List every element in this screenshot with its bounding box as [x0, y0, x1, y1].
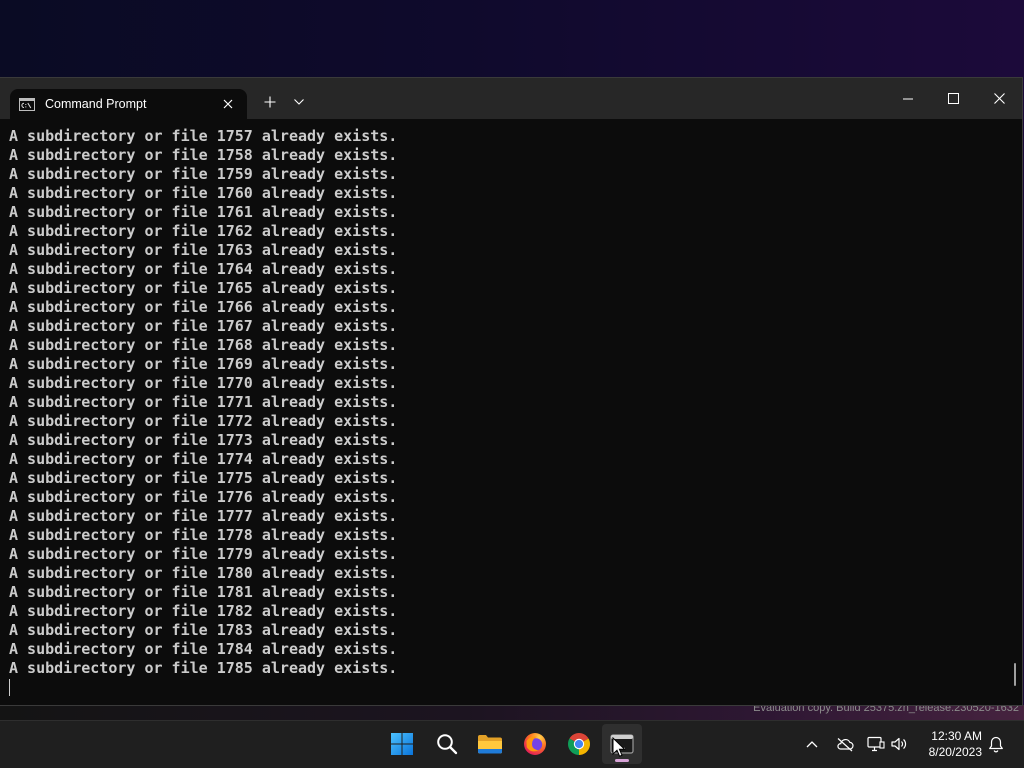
tab-dropdown-button[interactable] [291, 94, 307, 110]
close-button[interactable] [976, 78, 1022, 119]
console-line: A subdirectory or file 1767 already exis… [9, 317, 398, 335]
console-line: A subdirectory or file 1768 already exis… [9, 336, 398, 354]
console-line: A subdirectory or file 1776 already exis… [9, 488, 398, 506]
console-line: A subdirectory or file 1757 already exis… [9, 127, 398, 145]
minimize-icon [903, 98, 913, 99]
plus-icon [264, 96, 276, 108]
cmd-icon [19, 98, 35, 111]
taskbar: 12:30 AM 8/20/2023 [0, 720, 1024, 768]
chevron-down-icon [294, 99, 304, 105]
show-hidden-icons-button[interactable] [800, 732, 824, 756]
mouse-pointer-icon [612, 737, 626, 757]
network-tray-button[interactable] [864, 732, 888, 756]
close-icon [993, 93, 1005, 104]
taskbar-clock[interactable]: 12:30 AM 8/20/2023 [929, 728, 982, 760]
chrome-icon [568, 733, 590, 755]
tab-title: Command Prompt [45, 97, 147, 111]
console-line: A subdirectory or file 1772 already exis… [9, 412, 398, 430]
maximize-button[interactable] [930, 78, 976, 119]
chrome-button[interactable] [559, 724, 599, 764]
console-line: A subdirectory or file 1769 already exis… [9, 355, 398, 373]
windows-logo-icon [391, 733, 413, 755]
active-app-indicator [615, 759, 629, 762]
terminal-window: Command Prompt A subdirectory or file 17… [0, 78, 1022, 705]
file-explorer-icon [478, 735, 502, 754]
start-button[interactable] [382, 724, 422, 764]
minimize-button[interactable] [885, 78, 931, 119]
console-line: A subdirectory or file 1774 already exis… [9, 450, 398, 468]
console-line: A subdirectory or file 1784 already exis… [9, 640, 398, 658]
console-line: A subdirectory or file 1783 already exis… [9, 621, 398, 639]
console-line: A subdirectory or file 1782 already exis… [9, 602, 398, 620]
console-line: A subdirectory or file 1773 already exis… [9, 431, 398, 449]
console-line: A subdirectory or file 1770 already exis… [9, 374, 398, 392]
search-button[interactable] [427, 724, 467, 764]
console-line: A subdirectory or file 1777 already exis… [9, 507, 398, 525]
console-line: A subdirectory or file 1759 already exis… [9, 165, 398, 183]
console-line: A subdirectory or file 1778 already exis… [9, 526, 398, 544]
close-tab-icon[interactable] [223, 99, 233, 109]
text-cursor [9, 679, 10, 696]
firefox-button[interactable] [515, 724, 555, 764]
clock-date: 8/20/2023 [928, 745, 982, 759]
console-line: A subdirectory or file 1761 already exis… [9, 203, 398, 221]
search-icon [437, 734, 458, 755]
clock-time: 12:30 AM [931, 729, 982, 743]
notification-bell-icon [989, 736, 1003, 752]
console-line: A subdirectory or file 1780 already exis… [9, 564, 398, 582]
tab-command-prompt[interactable]: Command Prompt [10, 89, 247, 119]
console-lines: A subdirectory or file 1757 already exis… [9, 127, 397, 678]
maximize-icon [947, 93, 959, 104]
console-line: A subdirectory or file 1785 already exis… [9, 659, 398, 677]
console-line: A subdirectory or file 1763 already exis… [9, 241, 398, 259]
file-explorer-button[interactable] [470, 724, 510, 764]
scrollbar-thumb[interactable] [1014, 663, 1016, 686]
console-line: A subdirectory or file 1779 already exis… [9, 545, 398, 563]
console-line: A subdirectory or file 1758 already exis… [9, 146, 398, 164]
chevron-up-icon [806, 741, 818, 748]
network-icon [867, 736, 885, 752]
console-line: A subdirectory or file 1766 already exis… [9, 298, 398, 316]
volume-tray-button[interactable] [887, 732, 911, 756]
console-line: A subdirectory or file 1765 already exis… [9, 279, 398, 297]
firefox-icon [524, 733, 546, 755]
notifications-button[interactable] [984, 732, 1008, 756]
volume-icon [891, 737, 907, 751]
console-line: A subdirectory or file 1775 already exis… [9, 469, 398, 487]
console-line: A subdirectory or file 1762 already exis… [9, 222, 398, 240]
onedrive-offline-icon [837, 737, 854, 751]
console-output[interactable]: A subdirectory or file 1757 already exis… [0, 119, 1022, 705]
console-line: A subdirectory or file 1781 already exis… [9, 583, 398, 601]
onedrive-tray-button[interactable] [833, 732, 857, 756]
new-tab-button[interactable] [262, 94, 278, 110]
console-line: A subdirectory or file 1760 already exis… [9, 184, 398, 202]
console-line: A subdirectory or file 1764 already exis… [9, 260, 398, 278]
console-line: A subdirectory or file 1771 already exis… [9, 393, 398, 411]
